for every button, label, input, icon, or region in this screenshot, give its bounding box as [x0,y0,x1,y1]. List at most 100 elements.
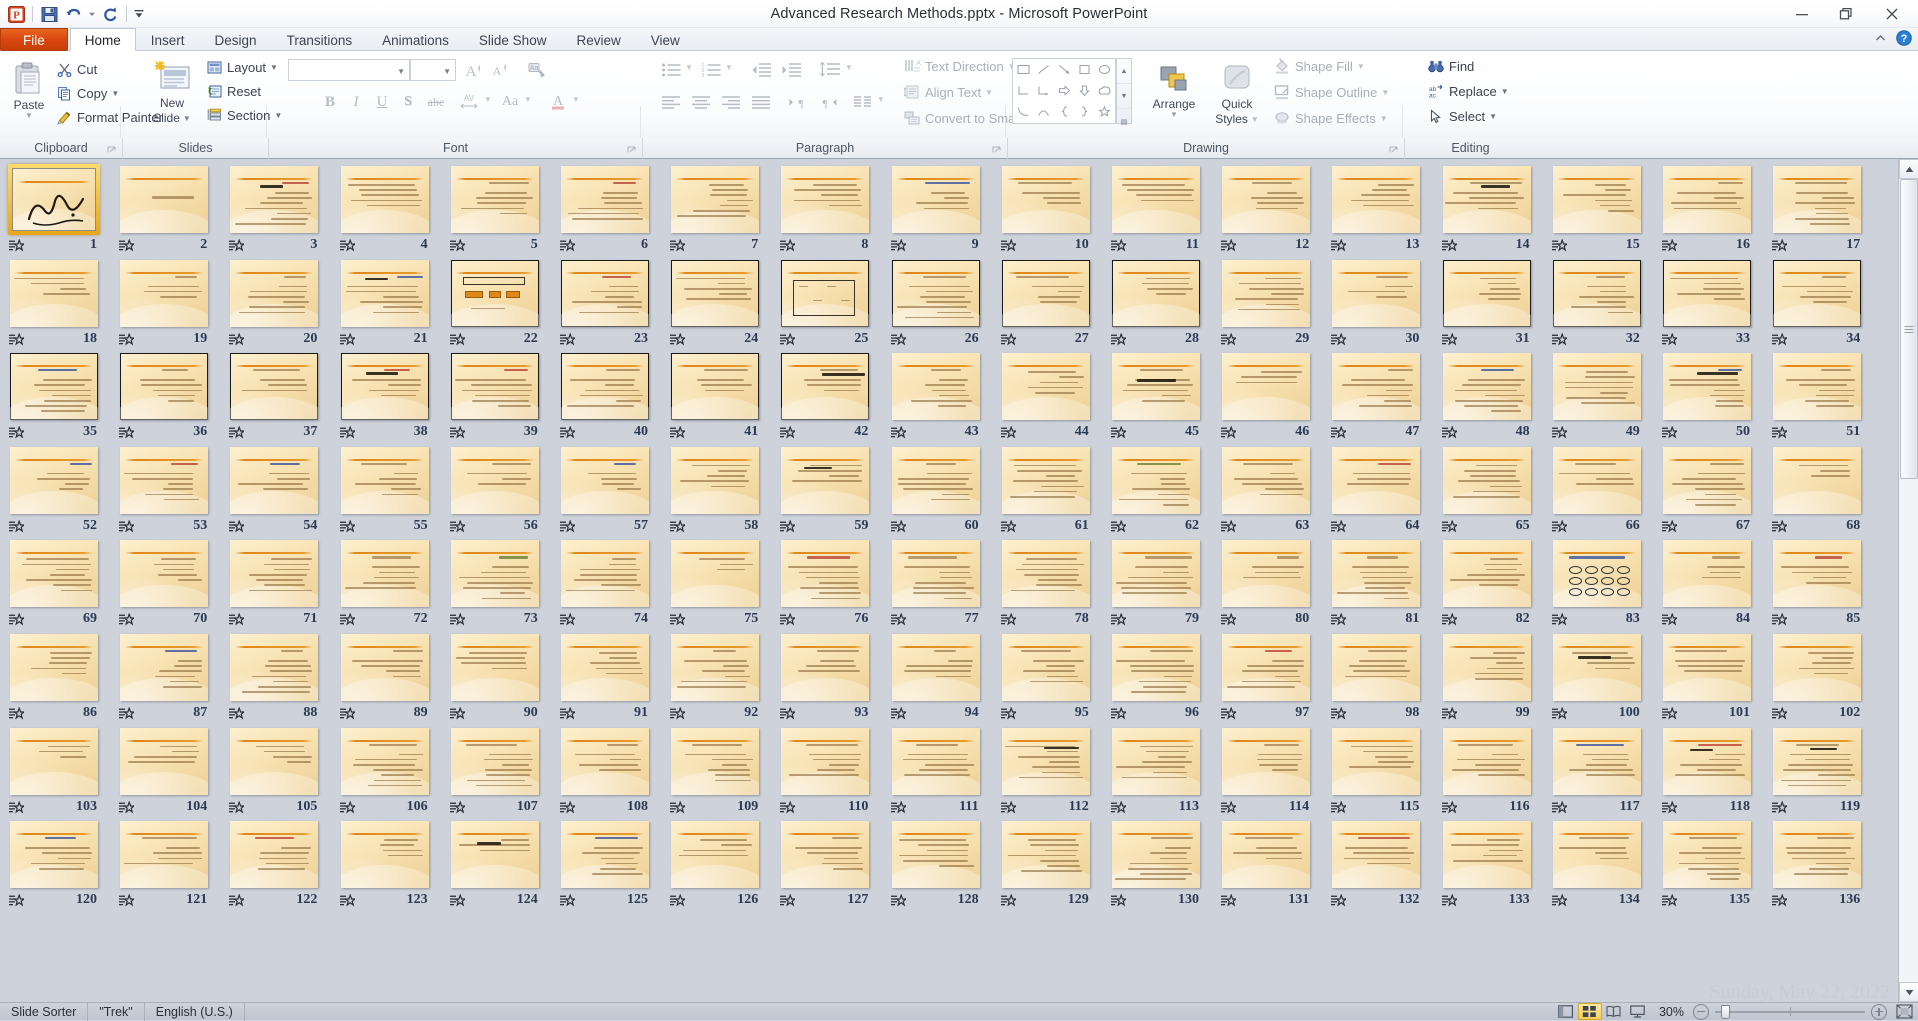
slide-thumbnail-131[interactable]: 131 [1216,817,1316,913]
slide-thumbnail-image-wrap[interactable] [886,536,986,612]
slide-thumbnail-image-wrap[interactable] [1216,536,1316,612]
slide-thumbnail-136[interactable]: 136 [1767,817,1867,913]
slide-thumbnail-63[interactable]: 63 [1216,443,1316,539]
zoom-percent-label[interactable]: 30% [1650,1005,1693,1019]
shapes-more-icon[interactable]: ▤ [1117,109,1131,134]
slide-thumbnail-5[interactable]: 5 [445,162,545,258]
slide-thumbnail-image-wrap[interactable] [996,443,1096,519]
slide-thumbnail-image[interactable] [10,540,98,607]
slide-thumbnail-image-wrap[interactable] [775,817,875,893]
shape-right-arrow-icon[interactable] [1054,80,1074,101]
slide-thumbnail-image-wrap[interactable] [1326,349,1426,425]
slide-thumbnail-7[interactable]: 7 [665,162,765,258]
slide-thumbnail-85[interactable]: 85 [1767,536,1867,632]
slide-thumbnail-93[interactable]: 93 [775,630,875,726]
slide-thumbnail-image-wrap[interactable] [1767,349,1867,425]
animation-star-icon[interactable] [119,707,134,721]
slide-thumbnail-45[interactable]: 45 [1106,349,1206,445]
slide-thumbnail-33[interactable]: 33 [1657,256,1757,352]
find-button[interactable]: Find [1426,55,1474,77]
slide-thumbnail-image[interactable] [1332,260,1420,327]
drawing-dialog-launcher-icon[interactable] [1388,142,1399,153]
slide-thumbnail-74[interactable]: 74 [555,536,655,632]
align-center-button[interactable] [688,91,714,113]
numbering-button[interactable]: 123 [698,59,724,81]
animation-star-icon[interactable] [1001,520,1016,534]
slide-thumbnail-image[interactable] [561,821,649,888]
slide-thumbnail-image-wrap[interactable] [665,162,765,238]
slide-thumbnail-image[interactable] [1222,821,1310,888]
animation-star-icon[interactable] [1772,520,1787,534]
slide-thumbnail-image[interactable] [10,634,98,701]
slide-thumbnail-image[interactable] [671,821,759,888]
slide-thumbnail-113[interactable]: 113 [1106,724,1206,820]
slide-thumbnail-image-wrap[interactable] [445,349,545,425]
slide-thumbnail-129[interactable]: 129 [996,817,1096,913]
animation-star-icon[interactable] [1221,333,1236,347]
tab-animations[interactable]: Animations [367,28,464,51]
slide-thumbnail-image[interactable] [1443,540,1531,607]
quick-styles-button[interactable]: Quick Styles ▼ [1206,56,1268,126]
font-size-input[interactable]: ▼ [410,59,456,81]
animation-star-icon[interactable] [9,520,24,534]
slide-thumbnail-58[interactable]: 58 [665,443,765,539]
slide-thumbnail-109[interactable]: 109 [665,724,765,820]
text-direction-button[interactable]: A Text Direction ▼ [902,55,1016,77]
slide-thumbnail-image[interactable] [561,353,649,420]
slide-thumbnail-image[interactable] [671,447,759,514]
animation-star-icon[interactable] [560,333,575,347]
animation-star-icon[interactable] [1331,707,1346,721]
increase-indent-button[interactable] [778,59,804,81]
animation-star-icon[interactable] [229,707,244,721]
scroll-down-arrow-icon[interactable] [1899,982,1918,1002]
slide-thumbnail-image[interactable] [1443,260,1531,327]
slide-thumbnail-image[interactable] [1332,540,1420,607]
animation-star-icon[interactable] [560,239,575,253]
animation-star-icon[interactable] [450,333,465,347]
animation-star-icon[interactable] [1442,707,1457,721]
slide-thumbnail-image[interactable] [341,447,429,514]
zoom-slider-knob[interactable] [1721,1005,1730,1019]
animation-star-icon[interactable] [9,426,24,440]
slide-thumbnail-image-wrap[interactable] [555,162,655,238]
slide-thumbnail-image-wrap[interactable] [1106,256,1206,332]
slide-thumbnail-image[interactable] [1553,353,1641,420]
shape-fill-caret-icon[interactable]: ▼ [1357,62,1365,71]
slide-thumbnail-image-wrap[interactable] [1547,536,1647,612]
slide-thumbnail-image-wrap[interactable] [996,724,1096,800]
slide-thumbnail-image-wrap[interactable] [886,443,986,519]
slide-thumbnail-46[interactable]: 46 [1216,349,1316,445]
slide-thumbnail-90[interactable]: 90 [445,630,545,726]
shape-elbow-icon[interactable] [1013,80,1033,101]
animation-star-icon[interactable] [340,613,355,627]
slide-show-button[interactable] [1626,1003,1650,1020]
shape-outline-button[interactable]: Shape Outline ▼ [1272,81,1389,103]
slide-thumbnail-image-wrap[interactable] [1437,536,1537,612]
slide-sorter-view-button[interactable] [1578,1003,1602,1020]
slide-thumbnail-image-wrap[interactable] [1326,443,1426,519]
slide-thumbnail-image[interactable] [781,821,869,888]
status-theme-name[interactable]: "Trek" [88,1003,144,1021]
slide-thumbnail-image-wrap[interactable] [445,536,545,612]
animation-star-icon[interactable] [670,520,685,534]
slide-thumbnail-image-wrap[interactable] [1657,817,1757,893]
animation-star-icon[interactable] [1442,520,1457,534]
slide-thumbnail-65[interactable]: 65 [1437,443,1537,539]
slide-thumbnail-image[interactable] [1663,634,1751,701]
slide-thumbnail-image[interactable] [561,540,649,607]
slide-thumbnail-image-wrap[interactable] [996,349,1096,425]
slide-thumbnail-image-wrap[interactable] [1547,256,1647,332]
shape-elbow-arrow-icon[interactable] [1033,80,1053,101]
slide-thumbnail-image[interactable] [451,728,539,795]
slide-thumbnail-image-wrap[interactable] [775,630,875,706]
shapes-gallery[interactable] [1012,58,1116,124]
slide-thumbnail-37[interactable]: 37 [224,349,324,445]
slide-thumbnail-image-wrap[interactable] [1216,817,1316,893]
shape-down-arrow-icon[interactable] [1074,80,1094,101]
animation-star-icon[interactable] [780,520,795,534]
close-button[interactable] [1870,0,1914,28]
columns-button[interactable] [850,91,876,113]
slide-thumbnail-image[interactable] [1663,353,1751,420]
slide-thumbnail-image[interactable] [230,540,318,607]
animation-star-icon[interactable] [229,239,244,253]
